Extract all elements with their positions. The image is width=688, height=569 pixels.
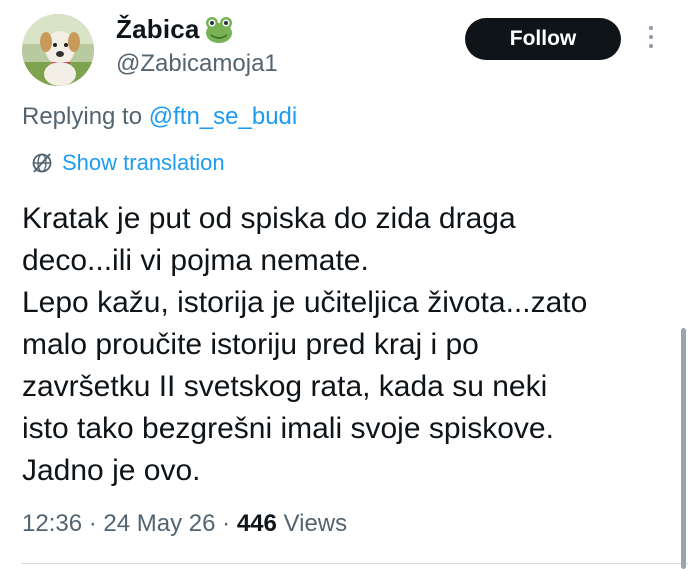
meta-separator: · [88,510,97,537]
dog-avatar-image [22,14,94,86]
show-translation-label[interactable]: Show translation [62,150,225,176]
globe-icon [32,153,52,173]
meta-separator-2: · [222,510,231,537]
frog-face-icon [204,16,234,44]
tweet-text: Kratak je put od spiska do zida draga de… [22,202,588,487]
more-vertical-icon[interactable] [641,26,661,56]
views-label[interactable]: Views [284,510,348,537]
author-handle[interactable]: @Zabicamoja1 [116,50,278,78]
display-name[interactable]: Žabica [116,14,200,45]
author-name-row[interactable]: Žabica [116,14,234,45]
replying-to: Replying to @ftn_se_budi [22,103,297,131]
replying-prefix: Replying to [22,103,143,130]
scrollbar-thumb[interactable] [681,328,686,569]
tweet-meta: 12:36 · 24 May 26 · 446 Views [22,510,347,538]
follow-button[interactable]: Follow [465,18,621,60]
tweet-date[interactable]: 24 May 26 [103,510,215,537]
show-translation-button[interactable]: Show translation [30,150,225,176]
tweet-time[interactable]: 12:36 [22,510,82,537]
avatar[interactable] [22,14,94,86]
reply-mention-link[interactable]: @ftn_se_budi [149,103,297,130]
divider [22,563,688,564]
views-count[interactable]: 446 [237,510,277,537]
